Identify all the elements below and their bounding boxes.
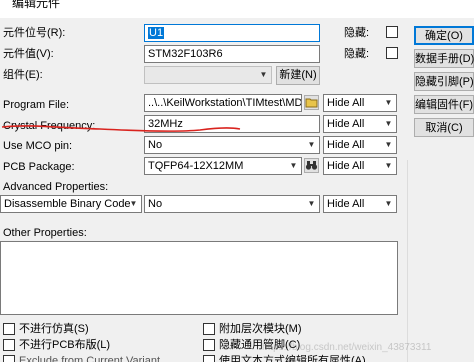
pcb-select[interactable]: TQFP64-12X12MM ▼ (144, 157, 302, 175)
crystal-visibility-select[interactable]: Hide All ▼ (323, 115, 397, 133)
window-title: 编辑元件 (12, 0, 61, 10)
chevron-down-icon: ▼ (307, 140, 316, 149)
ok-button[interactable]: 确定(O) (414, 26, 474, 45)
cancel-button[interactable]: 取消(C) (414, 118, 474, 137)
exclude-variant-label: Exclude from Current Variant (19, 355, 161, 362)
advanced-label: Advanced Properties: (3, 181, 109, 193)
value-hidden-checkbox[interactable] (386, 47, 398, 59)
no-simulation-checkbox[interactable] (3, 323, 15, 335)
watermark-text: https://blog.csdn.net/weixin_43873311 (262, 342, 432, 353)
other-properties-label: Other Properties: (3, 227, 87, 239)
ref-label: 元件位号(R): (3, 27, 66, 39)
hidden-pins-button[interactable]: 隐藏引脚(P) (414, 72, 474, 91)
program-file-label: Program File: (3, 99, 70, 111)
exclude-variant-checkbox[interactable] (3, 355, 15, 362)
datasheet-button[interactable]: 数据手册(D) (414, 49, 474, 68)
program-file-visibility-select[interactable]: Hide All ▼ (323, 94, 397, 112)
chevron-down-icon: ▼ (384, 119, 393, 128)
attach-hierarchy-label: 附加层次模块(M) (219, 323, 302, 335)
advanced-visibility-select[interactable]: Hide All ▼ (323, 195, 397, 213)
vertical-scrollbar[interactable] (407, 160, 419, 362)
no-pcb-checkbox[interactable] (3, 339, 15, 351)
new-group-button[interactable]: 新建(N) (276, 66, 320, 85)
mco-visibility-select[interactable]: Hide All ▼ (323, 136, 397, 154)
chevron-down-icon: ▼ (384, 199, 393, 208)
edit-all-properties-label: 使用文本方式编辑所有属性(A) (219, 355, 366, 362)
value-hidden-label: 隐藏: (344, 48, 370, 60)
mco-label: Use MCO pin: (3, 140, 73, 152)
group-select[interactable]: ▼ (144, 66, 272, 84)
folder-icon[interactable] (304, 95, 319, 110)
edit-firmware-button[interactable]: 编辑固件(F) (414, 95, 474, 114)
chevron-down-icon: ▼ (289, 161, 298, 170)
chevron-down-icon: ▼ (384, 140, 393, 149)
attach-hierarchy-checkbox[interactable] (203, 323, 215, 335)
pcb-label: PCB Package: (3, 161, 75, 173)
no-pcb-label: 不进行PCB布版(L) (19, 339, 111, 351)
binoculars-icon[interactable] (304, 158, 319, 173)
edit-all-properties-checkbox[interactable] (203, 355, 215, 362)
other-properties-textarea[interactable] (0, 241, 398, 315)
title-bar: 编辑元件 (0, 0, 474, 18)
no-simulation-label: 不进行仿真(S) (19, 323, 89, 335)
chevron-down-icon: ▼ (259, 70, 268, 79)
group-label: 组件(E): (3, 69, 43, 81)
advanced-property-select[interactable]: Disassemble Binary Code ▼ (0, 195, 142, 213)
ref-hidden-label: 隐藏: (344, 27, 370, 39)
mco-select[interactable]: No ▼ (144, 136, 320, 154)
program-file-input[interactable]: ..\..\KeilWorkstation\TIMtest\MDK- (144, 94, 302, 112)
chevron-down-icon: ▼ (307, 199, 316, 208)
chevron-down-icon: ▼ (129, 199, 138, 208)
ref-value: U1 (148, 27, 165, 39)
ref-input[interactable]: U1 (144, 24, 320, 42)
chevron-down-icon: ▼ (384, 98, 393, 107)
value-label: 元件值(V): (3, 48, 54, 60)
ref-hidden-checkbox[interactable] (386, 26, 398, 38)
chevron-down-icon: ▼ (384, 161, 393, 170)
value-input[interactable]: STM32F103R6 (144, 45, 320, 63)
pcb-visibility-select[interactable]: Hide All ▼ (323, 157, 397, 175)
advanced-value-select[interactable]: No ▼ (144, 195, 320, 213)
hide-common-pins-checkbox[interactable] (203, 339, 215, 351)
